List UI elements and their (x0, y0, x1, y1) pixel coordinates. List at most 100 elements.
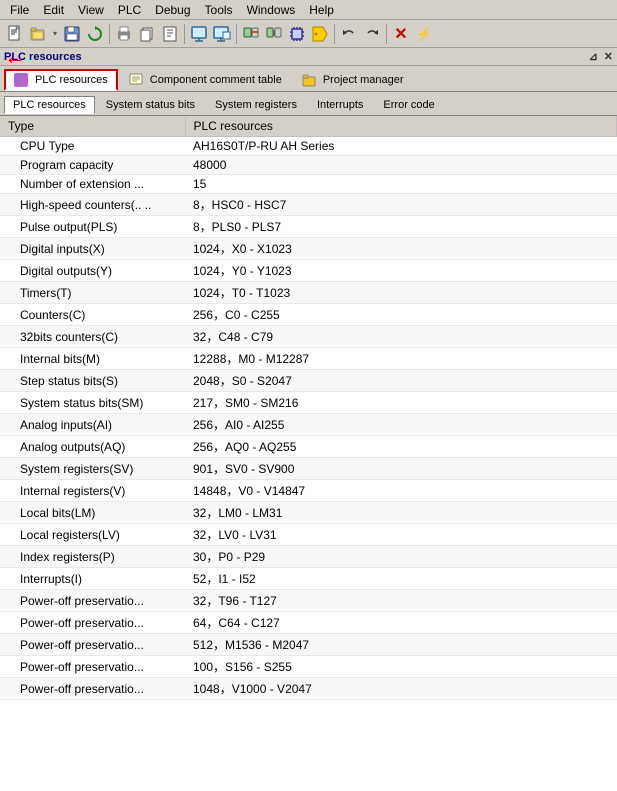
table-cell-type: System status bits(SM) (0, 392, 185, 414)
menu-plc[interactable]: PLC (112, 2, 147, 18)
table-cell-value: 12288，M0 - M12287 (185, 348, 617, 370)
panel-title: PLC resources (4, 51, 82, 63)
menu-view[interactable]: View (72, 2, 110, 18)
menu-windows[interactable]: Windows (241, 2, 302, 18)
table-row: Analog inputs(AI)256，AI0 - AI255 (0, 414, 617, 436)
table-cell-value: 32，LV0 - LV31 (185, 524, 617, 546)
table-cell-type: Interrupts(I) (0, 568, 185, 590)
subtab-system-registers[interactable]: System registers (206, 96, 306, 113)
table-row: Pulse output(PLS)8，PLS0 - PLS7 (0, 216, 617, 238)
table-cell-type: Number of extension ... (0, 175, 185, 194)
table-cell-type: Analog outputs(AQ) (0, 436, 185, 458)
compare-button[interactable] (263, 23, 285, 45)
table-row: CPU TypeAH16S0T/P-RU AH Series (0, 137, 617, 156)
table-cell-type: Pulse output(PLS) (0, 216, 185, 238)
table-row: Power-off preservatio...32，T96 - T127 (0, 590, 617, 612)
menu-tools[interactable]: Tools (199, 2, 239, 18)
table-row: System registers(SV)901，SV0 - SV900 (0, 458, 617, 480)
sub-tab-bar: PLC resources System status bits System … (0, 92, 617, 116)
open-button[interactable] (27, 23, 49, 45)
toolbar-sep-3 (236, 24, 237, 44)
table-cell-type: Digital inputs(X) (0, 238, 185, 260)
close-x-button[interactable]: ✕ (390, 23, 412, 45)
table-row: Local bits(LM)32，LM0 - LM31 (0, 502, 617, 524)
menu-edit[interactable]: Edit (37, 2, 70, 18)
table-cell-value: 1024，Y0 - Y1023 (185, 260, 617, 282)
table-cell-type: Power-off preservatio... (0, 678, 185, 700)
table-row: Internal registers(V)14848，V0 - V14847 (0, 480, 617, 502)
table-cell-type: High-speed counters(.. .. (0, 194, 185, 216)
panel-close-button[interactable]: ✕ (604, 50, 613, 63)
table-row: Step status bits(S)2048，S0 - S2047 (0, 370, 617, 392)
table-row: System status bits(SM)217，SM0 - SM216 (0, 392, 617, 414)
table-row: Local registers(LV)32，LV0 - LV31 (0, 524, 617, 546)
table-cell-value: 1024，X0 - X1023 (185, 238, 617, 260)
table-cell-value: 64，C64 - C127 (185, 612, 617, 634)
monitor-button[interactable] (188, 23, 210, 45)
menu-debug[interactable]: Debug (149, 2, 196, 18)
table-cell-value: 8，HSC0 - HSC7 (185, 194, 617, 216)
cpu-button[interactable] (286, 23, 308, 45)
subtab-error-code[interactable]: Error code (374, 96, 443, 113)
table-cell-value: 15 (185, 175, 617, 194)
table-row: Power-off preservatio...100，S156 - S255 (0, 656, 617, 678)
table-cell-value: AH16S0T/P-RU AH Series (185, 137, 617, 156)
panel-header: PLC resources ⊿ ✕ (0, 48, 617, 66)
redo-button[interactable] (361, 23, 383, 45)
table-cell-value: 30，P0 - P29 (185, 546, 617, 568)
monitor2-button[interactable] (211, 23, 233, 45)
table-cell-type: Step status bits(S) (0, 370, 185, 392)
menu-help[interactable]: Help (303, 2, 340, 18)
subtab-plc-resources[interactable]: PLC resources (4, 96, 95, 114)
menu-bar: File Edit View PLC Debug Tools Windows H… (0, 0, 617, 20)
tag-button[interactable] (309, 23, 331, 45)
copy-button[interactable] (136, 23, 158, 45)
table-cell-type: Digital outputs(Y) (0, 260, 185, 282)
table-cell-type: CPU Type (0, 137, 185, 156)
transfer-button[interactable] (240, 23, 262, 45)
table-cell-value: 1048，V1000 - V2047 (185, 678, 617, 700)
minimize-button[interactable]: ⚡ (413, 23, 435, 45)
toolbar-sep-4 (334, 24, 335, 44)
table-cell-value: 100，S156 - S255 (185, 656, 617, 678)
table-cell-value: 1024，T0 - T1023 (185, 282, 617, 304)
dropdown-arrow-button[interactable]: ▾ (50, 23, 60, 45)
table-cell-type: Power-off preservatio... (0, 612, 185, 634)
table-row: 32bits counters(C)32，C48 - C79 (0, 326, 617, 348)
table-row: Interrupts(I)52，I1 - I52 (0, 568, 617, 590)
table-cell-value: 14848，V0 - V14847 (185, 480, 617, 502)
table-cell-type: Power-off preservatio... (0, 634, 185, 656)
tab-project-manager[interactable]: Project manager (293, 69, 413, 90)
cut-button[interactable] (159, 23, 181, 45)
table-row: Timers(T)1024，T0 - T1023 (0, 282, 617, 304)
table-row: Power-off preservatio...1048，V1000 - V20… (0, 678, 617, 700)
subtab-interrupts[interactable]: Interrupts (308, 96, 372, 113)
menu-file[interactable]: File (4, 2, 35, 18)
toolbar-sep-2 (184, 24, 185, 44)
table-cell-value: 256，C0 - C255 (185, 304, 617, 326)
table-cell-value: 32，C48 - C79 (185, 326, 617, 348)
table-row: Analog outputs(AQ)256，AQ0 - AQ255 (0, 436, 617, 458)
table-row: Power-off preservatio...64，C64 - C127 (0, 612, 617, 634)
tab-plc-resources[interactable]: PLC resources (4, 69, 118, 91)
tab-comp-label: Component comment table (150, 74, 282, 86)
subtab-system-status[interactable]: System status bits (97, 96, 204, 113)
table-row: Number of extension ...15 (0, 175, 617, 194)
toolbar-sep-5 (386, 24, 387, 44)
refresh-button[interactable] (84, 23, 106, 45)
undo-button[interactable] (338, 23, 360, 45)
tab-component-comment[interactable]: Component comment table (120, 69, 291, 90)
table-cell-type: Counters(C) (0, 304, 185, 326)
tab-proj-label: Project manager (323, 74, 404, 86)
new-button[interactable] (4, 23, 26, 45)
table-cell-value: 256，AI0 - AI255 (185, 414, 617, 436)
table-cell-type: Power-off preservatio... (0, 656, 185, 678)
top-tab-bar: PLC resources Component comment table Pr… (0, 66, 617, 92)
save-button[interactable] (61, 23, 83, 45)
table-row: Counters(C)256，C0 - C255 (0, 304, 617, 326)
table-row: Index registers(P)30，P0 - P29 (0, 546, 617, 568)
table-row: High-speed counters(.. ..8，HSC0 - HSC7 (0, 194, 617, 216)
table-cell-value: 8，PLS0 - PLS7 (185, 216, 617, 238)
panel-pin-button[interactable]: ⊿ (589, 50, 598, 63)
print-button[interactable] (113, 23, 135, 45)
